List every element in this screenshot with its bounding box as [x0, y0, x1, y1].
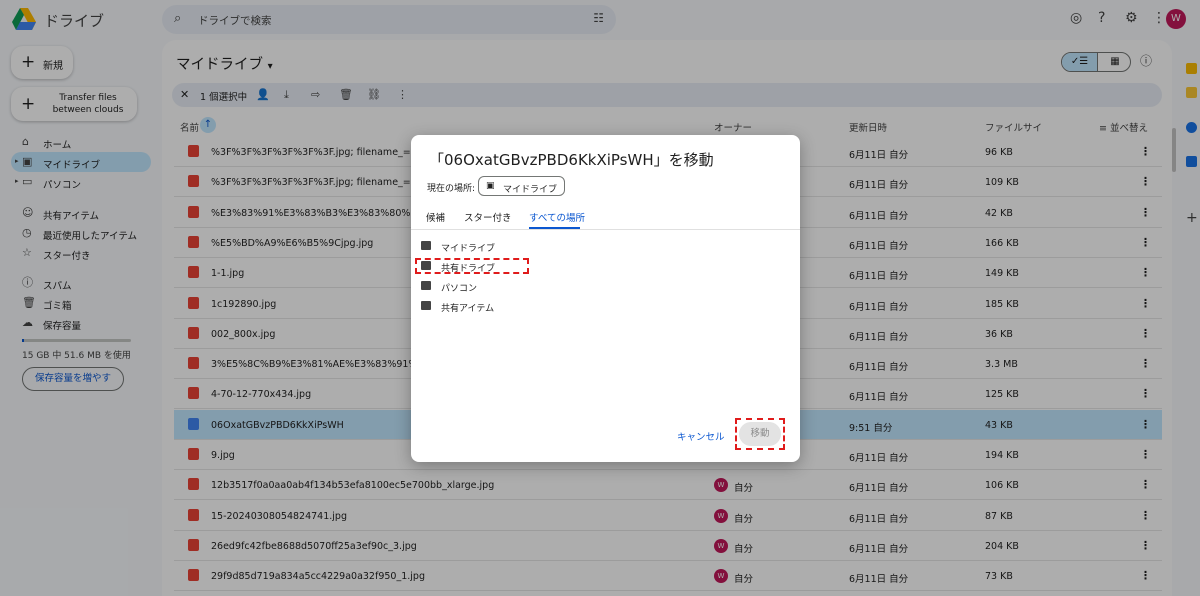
current-location-value: マイドライブ — [503, 185, 558, 195]
my-drive-icon — [421, 241, 431, 250]
dialog-title: 「06OxatGBvzPBD6KkXiPsWH」を移動 — [429, 151, 714, 169]
location-label: 共有アイテム — [441, 304, 495, 314]
shared-folder-icon — [421, 301, 431, 310]
tab-starred[interactable]: スター付き — [464, 210, 512, 224]
location-computers[interactable]: パソコン — [421, 279, 531, 295]
move-dialog: 「06OxatGBvzPBD6KkXiPsWH」を移動 現在の場所: ▣ マイド… — [411, 135, 800, 462]
highlight-box — [415, 258, 529, 274]
current-location-chip[interactable]: ▣ マイドライブ — [478, 176, 565, 196]
location-label: マイドライブ — [441, 244, 496, 254]
location-my-drive[interactable]: マイドライブ — [421, 239, 531, 255]
computer-icon — [421, 281, 431, 290]
tab-suggested[interactable]: 候補 — [426, 210, 445, 224]
cancel-button[interactable]: キャンセル — [677, 429, 725, 443]
highlight-box — [735, 418, 785, 450]
tab-divider — [411, 229, 800, 230]
current-location-label: 現在の場所: — [427, 184, 476, 194]
my-drive-icon: ▣ — [486, 181, 495, 191]
location-label: パソコン — [441, 284, 478, 294]
active-tab-indicator — [529, 227, 580, 229]
tab-all-locations[interactable]: すべての場所 — [529, 210, 585, 224]
location-shared-with-me[interactable]: 共有アイテム — [421, 299, 531, 315]
